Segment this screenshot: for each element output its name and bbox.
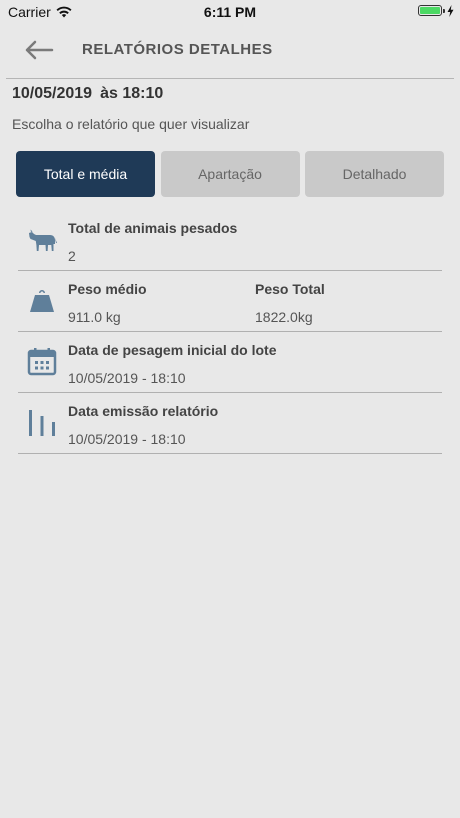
report-date: 10/05/2019	[12, 85, 93, 102]
report-details-list: Total de animais pesados 2 Peso médio 91…	[18, 210, 442, 454]
tab-detalhado[interactable]: Detalhado	[305, 151, 444, 197]
report-time: às 18:10	[100, 85, 164, 102]
status-bar: Carrier 6:11 PM	[0, 0, 460, 24]
tab-total-e-media[interactable]: Total e média	[16, 151, 155, 197]
data-emissao-label: Data emissão relatório	[68, 403, 219, 419]
list-item-total-animais: Total de animais pesados 2	[18, 210, 442, 271]
report-datetime: 10/05/2019 às 18:10	[12, 85, 163, 103]
charging-bolt-icon	[447, 4, 454, 22]
list-item-peso: Peso médio 911.0 kg Peso Total 1822.0kg	[18, 271, 442, 332]
report-tabs: Total e média Apartação Detalhado	[16, 151, 444, 197]
calendar-icon	[26, 346, 58, 378]
battery-fill	[420, 7, 440, 14]
data-emissao-value: 10/05/2019 - 18:10	[68, 431, 186, 447]
total-animais-label: Total de animais pesados	[68, 220, 238, 236]
report-instruction: Escolha o relatório que quer visualizar	[12, 116, 250, 132]
header-divider	[6, 78, 454, 79]
page-title: RELATÓRIOS DETALHES	[82, 41, 273, 58]
peso-total-label: Peso Total	[255, 281, 325, 297]
list-item-data-emissao: Data emissão relatório 10/05/2019 - 18:1…	[18, 393, 442, 454]
back-arrow-icon[interactable]	[22, 38, 56, 62]
weight-icon	[26, 285, 58, 317]
data-pesagem-value: 10/05/2019 - 18:10	[68, 370, 186, 386]
battery-nub	[443, 9, 445, 13]
bar-chart-icon	[26, 407, 58, 439]
peso-total-value: 1822.0kg	[255, 309, 313, 325]
list-item-data-pesagem: Data de pesagem inicial do lote 10/05/20…	[18, 332, 442, 393]
peso-medio-label: Peso médio	[68, 281, 147, 297]
tab-apartacao[interactable]: Apartação	[160, 151, 300, 197]
cow-icon	[26, 224, 58, 256]
data-pesagem-label: Data de pesagem inicial do lote	[68, 342, 277, 358]
peso-medio-value: 911.0 kg	[68, 309, 121, 325]
clock: 6:11 PM	[203, 4, 257, 20]
navigation-bar: RELATÓRIOS DETALHES	[0, 28, 460, 76]
total-animais-value: 2	[68, 248, 76, 264]
battery-icon	[418, 5, 445, 16]
